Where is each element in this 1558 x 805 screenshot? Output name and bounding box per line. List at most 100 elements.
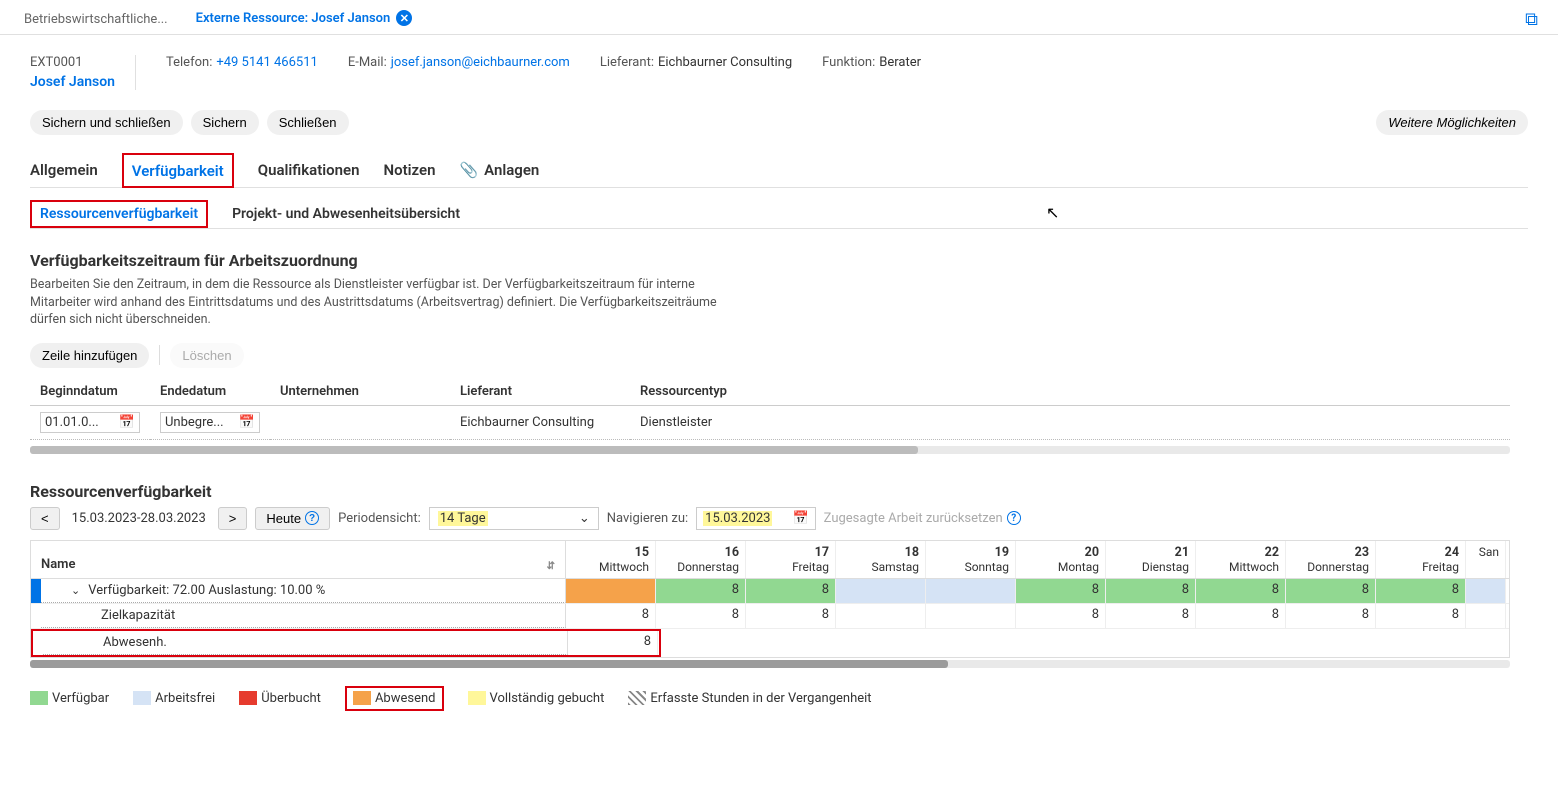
grid-cell: 8 xyxy=(1106,579,1196,603)
period-view-label: Periodensicht: xyxy=(338,511,421,526)
navigate-to-label: Navigieren zu: xyxy=(607,511,688,526)
table-scrollbar[interactable] xyxy=(30,446,1510,454)
grid-cell xyxy=(926,604,1016,628)
grid-cell xyxy=(926,579,1016,603)
availability-summary-text: Verfügbarkeit: 72.00 Auslastung: 10.00 % xyxy=(88,583,325,598)
role-value: Berater xyxy=(879,55,921,70)
col-type[interactable]: Ressourcentyp xyxy=(630,378,1510,406)
supplier-cell: Eichbaurner Consulting xyxy=(450,405,630,439)
attachment-icon: 📎 xyxy=(459,161,478,179)
add-row-button[interactable]: Zeile hinzufügen xyxy=(30,343,149,368)
row-handle xyxy=(33,631,43,655)
availability-grid: Name ⇵ 15Mittwoch 16Donnerstag 17Freitag… xyxy=(30,540,1510,658)
grid-cell xyxy=(566,579,656,603)
grid-cell: 8 xyxy=(1196,604,1286,628)
grid-cell: 8 xyxy=(1376,579,1466,603)
tab-availability[interactable]: Verfügbarkeit xyxy=(122,153,234,188)
tab-attachments[interactable]: 📎 Anlagen xyxy=(459,153,539,187)
grid-col-day: 18Samstag xyxy=(836,541,926,578)
section-period-title: Verfügbarkeitszeitraum für Arbeitszuordn… xyxy=(30,251,1528,270)
today-button[interactable]: Heute ? xyxy=(255,507,330,530)
delete-row-button: Löschen xyxy=(170,343,243,368)
navigate-date-value: 15.03.2023 xyxy=(703,511,772,526)
absence-row[interactable]: Abwesenh. 8 xyxy=(31,629,661,657)
reset-committed-link: Zugesagte Arbeit zurücksetzen ? xyxy=(824,511,1021,526)
calendar-icon[interactable]: 📅 xyxy=(119,415,135,430)
subtab-resource-availability[interactable]: Ressourcenverfügbarkeit xyxy=(30,200,208,228)
more-options-button[interactable]: Weitere Möglichkeiten xyxy=(1376,110,1528,135)
save-close-button[interactable]: Sichern und schließen xyxy=(30,110,183,135)
calendar-icon[interactable]: 📅 xyxy=(792,511,808,526)
absence-label: Abwesenh. xyxy=(43,631,568,655)
begin-date-input[interactable]: 01.01.0...📅 xyxy=(40,412,140,433)
window-action-icon[interactable]: ⧉ xyxy=(1515,5,1548,34)
period-table: Beginndatum Endedatum Unternehmen Liefer… xyxy=(30,378,1510,440)
email-link[interactable]: josef.janson@eichbaurner.com xyxy=(391,55,570,70)
email-label: E-Mail: xyxy=(348,55,387,70)
phone-link[interactable]: +49 5141 466511 xyxy=(216,55,318,70)
navigate-date-input[interactable]: 15.03.2023 📅 xyxy=(696,507,816,530)
grid-cell: 8 xyxy=(1286,604,1376,628)
collapse-icon[interactable]: ⌄ xyxy=(71,584,80,597)
sort-icon[interactable]: ⇵ xyxy=(547,561,555,572)
availability-summary-row[interactable]: ⌄ Verfügbarkeit: 72.00 Auslastung: 10.00… xyxy=(31,579,1509,604)
supplier-value: Eichbaurner Consulting xyxy=(658,55,792,70)
grid-col-name[interactable]: Name ⇵ xyxy=(31,541,566,578)
legend-absent: Abwesend xyxy=(345,686,444,711)
period-view-select[interactable]: 14 Tage ⌄ xyxy=(429,507,599,530)
grid-cell: 8 xyxy=(746,579,836,603)
col-supplier[interactable]: Lieferant xyxy=(450,378,630,406)
supplier-label: Lieferant: xyxy=(600,55,654,70)
top-tab-prev[interactable]: Betriebswirtschaftliche... xyxy=(10,6,182,33)
save-button[interactable]: Sichern xyxy=(191,110,259,135)
tab-qualifications[interactable]: Qualifikationen xyxy=(258,153,360,187)
date-range: 15.03.2023-28.03.2023 xyxy=(68,511,210,526)
grid-cell xyxy=(1466,604,1506,628)
grid-col-day: San xyxy=(1466,541,1506,578)
section-availability-title: Ressourcenverfügbarkeit xyxy=(30,482,1528,501)
grid-scrollbar[interactable] xyxy=(30,660,1510,668)
grid-col-day: 19Sonntag xyxy=(926,541,1016,578)
grid-cell: 8 xyxy=(656,579,746,603)
end-date-input[interactable]: Unbegre...📅 xyxy=(160,412,260,433)
grid-cell xyxy=(1466,579,1506,603)
tab-attachments-label: Anlagen xyxy=(484,161,539,179)
info-icon: ? xyxy=(1007,511,1021,525)
grid-cell xyxy=(836,579,926,603)
grid-cell: 8 xyxy=(568,631,658,655)
top-tab-active-label: Externe Ressource: Josef Janson xyxy=(196,11,391,26)
legend-fullybooked: Vollständig gebucht xyxy=(468,691,605,706)
grid-col-day: 20Montag xyxy=(1016,541,1106,578)
resource-name-link[interactable]: Josef Janson xyxy=(30,74,115,90)
grid-cell: 8 xyxy=(656,604,746,628)
close-button[interactable]: Schließen xyxy=(267,110,349,135)
subtab-project-absence[interactable]: Projekt- und Abwesenheitsübersicht xyxy=(232,200,460,228)
phone-label: Telefon: xyxy=(166,55,212,70)
grid-cell: 8 xyxy=(1196,579,1286,603)
next-period-button[interactable]: > xyxy=(218,507,248,530)
company-cell[interactable] xyxy=(270,405,450,439)
col-end[interactable]: Endedatum xyxy=(150,378,270,406)
tab-notes[interactable]: Notizen xyxy=(383,153,435,187)
top-tab-active[interactable]: Externe Ressource: Josef Janson ✕ xyxy=(182,4,427,34)
col-company[interactable]: Unternehmen xyxy=(270,378,450,406)
grid-cell: 8 xyxy=(1106,604,1196,628)
grid-cell: 8 xyxy=(746,604,836,628)
period-view-value: 14 Tage xyxy=(438,511,488,526)
row-handle xyxy=(31,604,41,628)
target-capacity-row[interactable]: Zielkapazität 8 8 8 8 8 8 8 8 xyxy=(31,604,1509,629)
tab-general[interactable]: Allgemein xyxy=(30,153,98,187)
grid-col-day: 15Mittwoch xyxy=(566,541,656,578)
table-row[interactable]: 01.01.0...📅 Unbegre...📅 Eichbaurner Cons… xyxy=(30,405,1510,439)
grid-col-day: 24Freitag xyxy=(1376,541,1466,578)
resource-id: EXT0001 xyxy=(30,55,115,70)
grid-cell: 8 xyxy=(1376,604,1466,628)
chevron-down-icon: ⌄ xyxy=(579,511,590,526)
prev-period-button[interactable]: < xyxy=(30,507,60,530)
calendar-icon[interactable]: 📅 xyxy=(239,415,255,430)
close-tab-icon[interactable]: ✕ xyxy=(396,10,412,26)
legend-overbooked: Überbucht xyxy=(239,691,321,706)
button-divider xyxy=(159,345,160,365)
row-handle[interactable] xyxy=(31,579,41,603)
col-begin[interactable]: Beginndatum xyxy=(30,378,150,406)
